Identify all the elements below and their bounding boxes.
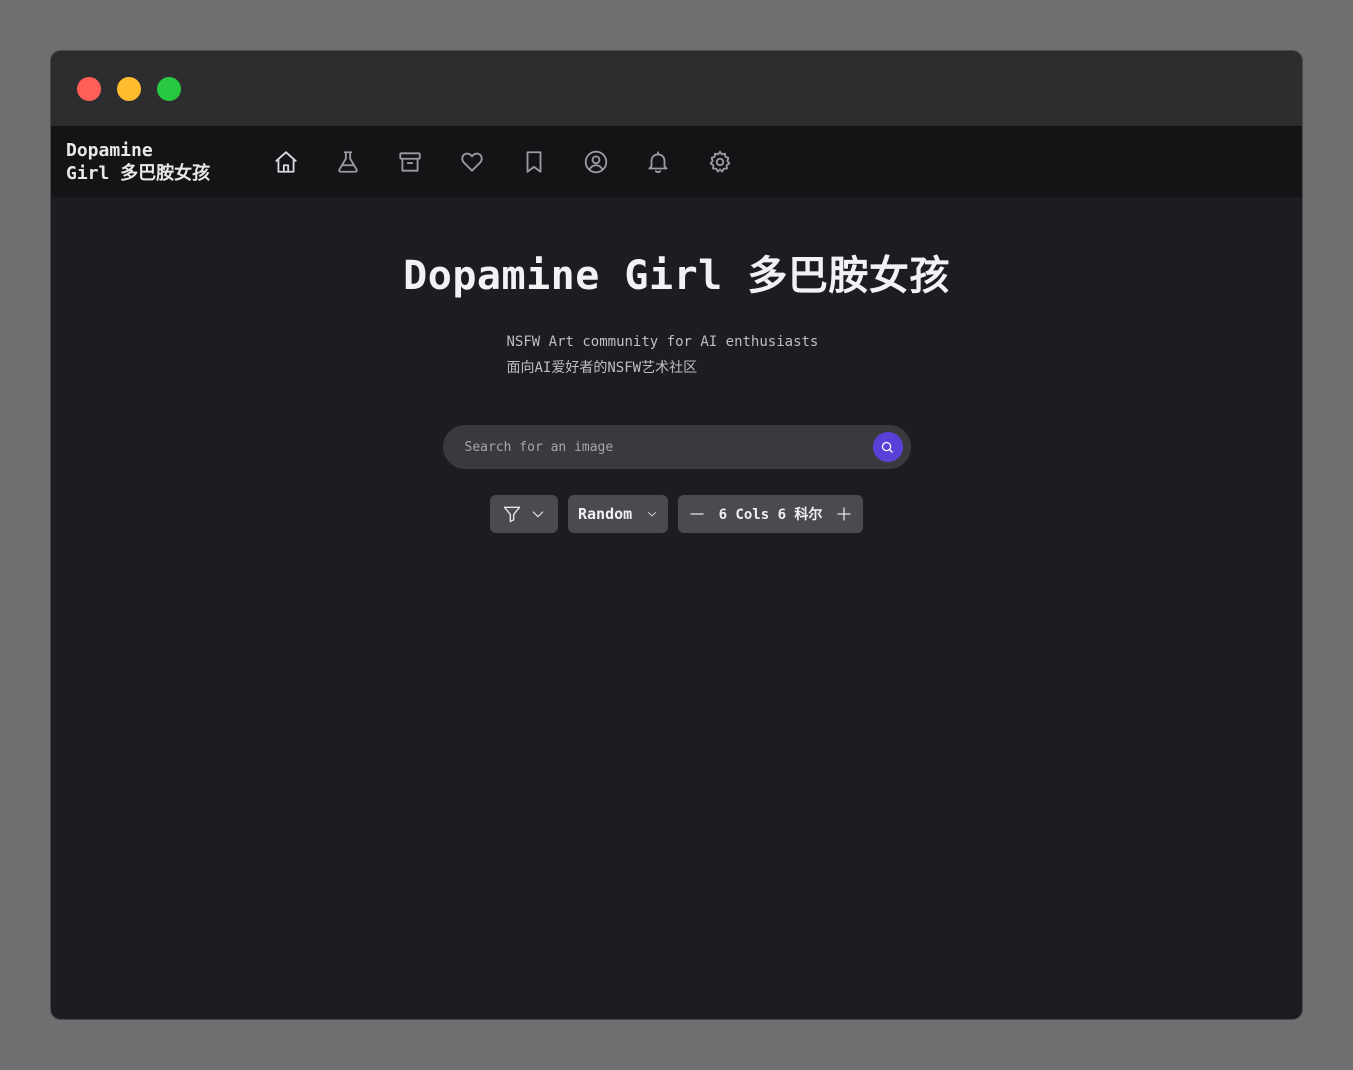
brand-logo[interactable]: Dopamine Girl 多巴胺女孩 — [66, 139, 226, 185]
bookmark-icon[interactable] — [518, 146, 550, 178]
gear-icon[interactable] — [704, 146, 736, 178]
columns-stepper: 6 Cols 6 科尔 — [678, 495, 863, 533]
home-icon[interactable] — [270, 146, 302, 178]
navbar: Dopamine Girl 多巴胺女孩 — [51, 127, 1302, 197]
search-input[interactable] — [462, 438, 873, 456]
subtitle-chinese: 面向AI爱好者的NSFW艺术社区 — [506, 360, 698, 376]
archive-icon[interactable] — [394, 146, 426, 178]
filter-dropdown[interactable] — [490, 495, 558, 533]
bell-icon[interactable] — [642, 146, 674, 178]
search-icon — [881, 441, 893, 453]
sort-select[interactable]: Random — [568, 495, 668, 533]
subtitle-english: NSFW Art community for AI enthusiasts — [506, 334, 819, 350]
plus-icon[interactable] — [835, 505, 853, 523]
minimize-window-button[interactable] — [117, 76, 141, 101]
heart-icon[interactable] — [456, 146, 488, 178]
app-window: Dopamine Girl 多巴胺女孩 Dopamine Girl 多巴胺女孩 … — [51, 51, 1302, 1019]
chevron-down-icon — [648, 512, 656, 517]
image-gallery — [51, 577, 1302, 1019]
filter-icon — [503, 506, 521, 523]
columns-label: 6 Cols 6 科尔 — [718, 507, 823, 523]
subtitle: NSFW Art community for AI enthusiasts 面向… — [507, 329, 847, 381]
hero-section: Dopamine Girl 多巴胺女孩 NSFW Art community f… — [51, 243, 1302, 533]
maximize-window-button[interactable] — [157, 76, 181, 101]
brand-line-2: Girl 多巴胺女孩 — [66, 163, 211, 184]
flask-icon[interactable] — [332, 146, 364, 178]
search-button[interactable] — [872, 432, 903, 462]
close-window-button[interactable] — [77, 76, 101, 101]
nav-icon-bar — [270, 146, 736, 178]
brand-line-1: Dopamine — [66, 140, 153, 161]
page-title: Dopamine Girl 多巴胺女孩 — [403, 253, 950, 299]
search-bar — [442, 425, 911, 469]
user-icon[interactable] — [580, 146, 612, 178]
sort-label: Random — [578, 505, 633, 523]
gallery-controls: Random 6 Cols 6 科尔 — [51, 495, 1302, 533]
minus-icon[interactable] — [688, 505, 706, 523]
chevron-down-icon — [532, 511, 544, 518]
window-titlebar — [51, 51, 1302, 127]
